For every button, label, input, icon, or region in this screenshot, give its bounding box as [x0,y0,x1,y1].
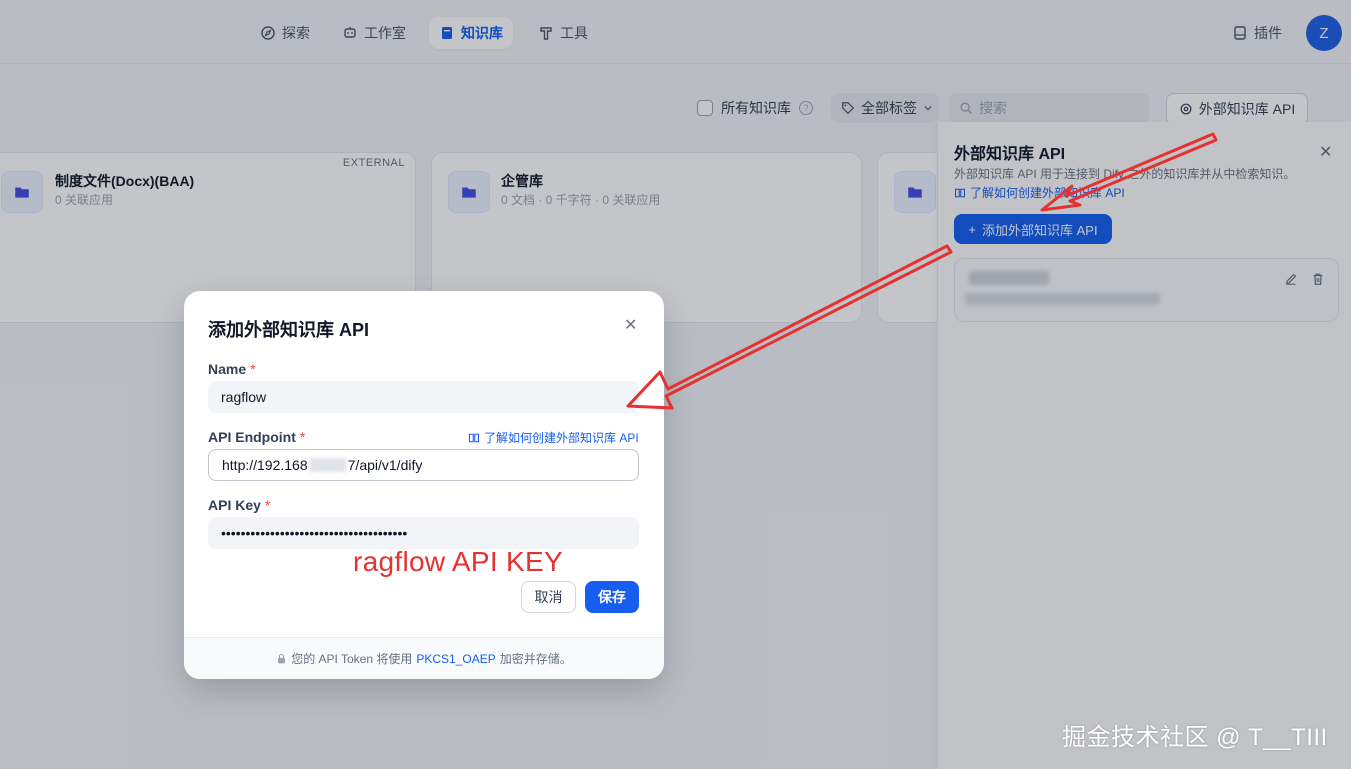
arrow-to-modal-field [626,244,953,410]
annotation-arrows [626,132,1218,410]
watermark: 掘金技术社区 @ T__TIII [1062,724,1328,751]
arrow-to-add-button [1040,132,1218,212]
annotation-label: ragflow API KEY [353,546,563,577]
